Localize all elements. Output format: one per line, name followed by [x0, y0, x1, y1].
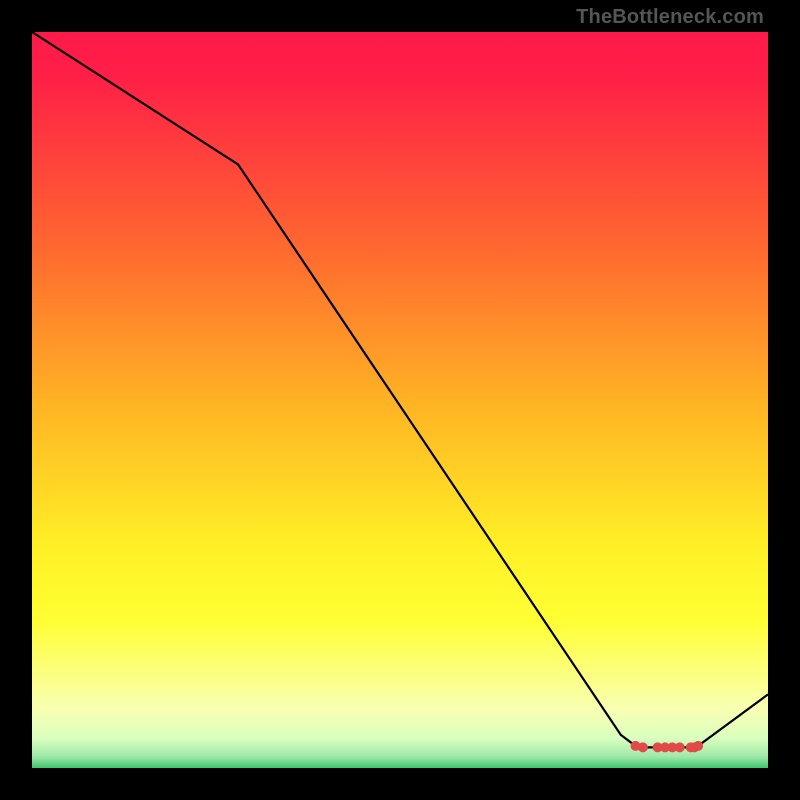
- data-marker: [675, 742, 685, 752]
- data-marker: [693, 741, 703, 751]
- plot-area: [32, 32, 768, 768]
- data-marker: [638, 742, 648, 752]
- attribution-label: TheBottleneck.com: [576, 6, 764, 29]
- chart-container: TheBottleneck.com: [0, 0, 800, 800]
- chart-svg: [32, 32, 768, 768]
- gradient-background: [32, 32, 768, 768]
